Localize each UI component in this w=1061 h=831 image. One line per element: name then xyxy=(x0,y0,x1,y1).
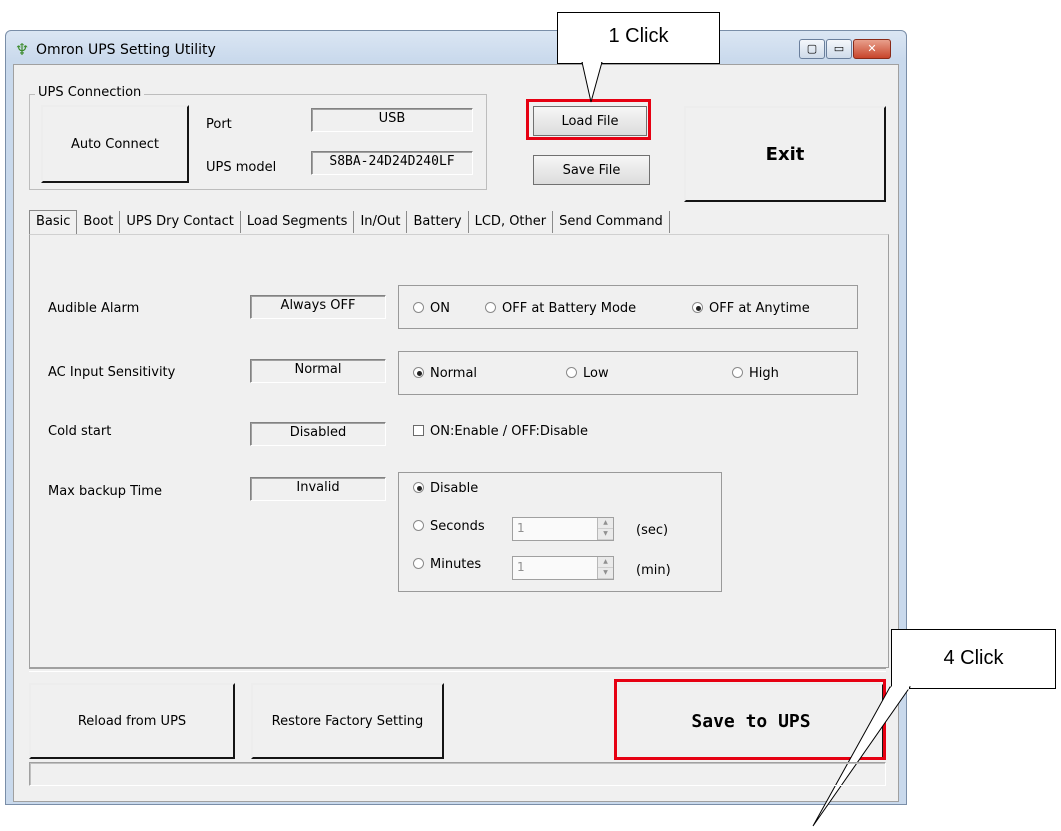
seconds-value: 1 xyxy=(517,521,525,535)
sensitivity-high-option[interactable]: High xyxy=(732,366,779,381)
backup-minutes-option[interactable]: Minutes xyxy=(413,557,481,572)
tab-in-out[interactable]: In/Out xyxy=(354,211,408,233)
tab-lcd-other[interactable]: LCD, Other xyxy=(469,211,554,233)
ups-connection-label: UPS Connection xyxy=(35,85,145,100)
sensitivity-normal-option[interactable]: Normal xyxy=(413,366,477,381)
sensitivity-low-radio[interactable] xyxy=(566,367,577,378)
max-backup-current: Invalid xyxy=(250,477,386,501)
tab-send-command[interactable]: Send Command xyxy=(553,211,670,233)
cold-start-current: Disabled xyxy=(250,422,386,446)
alarm-battery-label: OFF at Battery Mode xyxy=(502,301,637,316)
sensitivity-low-option[interactable]: Low xyxy=(566,366,609,381)
backup-disable-radio[interactable] xyxy=(413,482,424,493)
backup-disable-option[interactable]: Disable xyxy=(413,481,478,496)
ac-sensitivity-current: Normal xyxy=(250,359,386,383)
alarm-on-option[interactable]: ON xyxy=(413,301,450,316)
audible-alarm-current: Always OFF xyxy=(250,295,386,319)
minimize-button[interactable]: ▭ xyxy=(826,39,852,59)
sensitivity-normal-radio[interactable] xyxy=(413,367,424,378)
tab-ups-dry-contact[interactable]: UPS Dry Contact xyxy=(120,211,241,233)
minutes-up-icon[interactable]: ▲ xyxy=(598,557,613,568)
tab-battery[interactable]: Battery xyxy=(407,211,469,233)
minutes-spinner[interactable]: 1 ▲ ▼ xyxy=(512,556,614,580)
load-file-highlight xyxy=(526,99,651,140)
ups-model-value: S8BA-24D24D240LF xyxy=(311,151,473,175)
tab-basic[interactable]: Basic xyxy=(29,210,78,235)
cold-start-checkbox-label: ON:Enable / OFF:Disable xyxy=(430,424,589,439)
callout-1-text: 1 Click xyxy=(608,25,669,47)
callout-1-pointer xyxy=(581,62,603,103)
ups-model-label: UPS model xyxy=(206,160,277,175)
seconds-unit: (sec) xyxy=(636,523,669,538)
cold-start-checkbox[interactable] xyxy=(413,425,424,436)
callout-4-text: 4 Click xyxy=(943,647,1004,669)
port-value: USB xyxy=(311,108,473,132)
reload-from-ups-button[interactable]: Reload from UPS xyxy=(29,683,235,759)
minutes-value: 1 xyxy=(517,560,525,574)
alarm-battery-option[interactable]: OFF at Battery Mode xyxy=(485,301,636,316)
restore-button[interactable]: ▢ xyxy=(799,39,825,59)
status-bar xyxy=(29,762,886,786)
sensitivity-normal-label: Normal xyxy=(430,366,478,381)
minutes-down-icon[interactable]: ▼ xyxy=(598,568,613,579)
minutes-unit: (min) xyxy=(636,563,671,578)
window-title: Omron UPS Setting Utility xyxy=(36,42,216,58)
seconds-spinner[interactable]: 1 ▲ ▼ xyxy=(512,517,614,541)
sensitivity-low-label: Low xyxy=(583,366,609,381)
bottom-separator xyxy=(29,668,886,672)
callout-4-pointer xyxy=(812,686,911,827)
tab-load-segments[interactable]: Load Segments xyxy=(241,211,355,233)
backup-minutes-label: Minutes xyxy=(430,557,482,572)
alarm-on-label: ON xyxy=(430,301,450,316)
sensitivity-high-label: High xyxy=(749,366,779,381)
close-button[interactable]: ✕ xyxy=(853,39,891,59)
tab-boot[interactable]: Boot xyxy=(77,211,121,233)
tab-strip: Basic Boot UPS Dry Contact Load Segments In/… xyxy=(29,210,670,236)
alarm-on-radio[interactable] xyxy=(413,302,424,313)
audible-alarm-label: Audible Alarm xyxy=(48,301,140,316)
backup-seconds-label: Seconds xyxy=(430,519,485,534)
seconds-down-icon[interactable]: ▼ xyxy=(598,529,613,540)
backup-minutes-radio[interactable] xyxy=(413,558,424,569)
seconds-up-icon[interactable]: ▲ xyxy=(598,518,613,529)
alarm-anytime-option[interactable]: OFF at Anytime xyxy=(692,301,810,316)
save-file-button[interactable]: Save File xyxy=(533,155,650,185)
backup-disable-label: Disable xyxy=(430,481,479,496)
exit-button[interactable]: Exit xyxy=(684,106,886,202)
minutes-spin-buttons[interactable]: ▲ ▼ xyxy=(597,557,613,579)
callout-4: 4 Click xyxy=(891,629,1056,689)
restore-factory-button[interactable]: Restore Factory Setting xyxy=(251,683,444,759)
callout-1: 1 Click xyxy=(557,12,720,64)
max-backup-label: Max backup Time xyxy=(48,484,162,499)
cold-start-label: Cold start xyxy=(48,424,112,439)
seconds-spin-buttons[interactable]: ▲ ▼ xyxy=(597,518,613,540)
ups-plug-icon: ♆ xyxy=(14,40,30,59)
backup-seconds-option[interactable]: Seconds xyxy=(413,519,485,534)
alarm-anytime-label: OFF at Anytime xyxy=(709,301,810,316)
ac-sensitivity-label: AC Input Sensitivity xyxy=(48,365,176,380)
auto-connect-button[interactable]: Auto Connect xyxy=(41,105,189,183)
alarm-anytime-radio[interactable] xyxy=(692,302,703,313)
cold-start-option[interactable]: ON:Enable / OFF:Disable xyxy=(413,424,588,439)
backup-seconds-radio[interactable] xyxy=(413,520,424,531)
alarm-battery-radio[interactable] xyxy=(485,302,496,313)
sensitivity-high-radio[interactable] xyxy=(732,367,743,378)
port-label: Port xyxy=(206,117,232,132)
